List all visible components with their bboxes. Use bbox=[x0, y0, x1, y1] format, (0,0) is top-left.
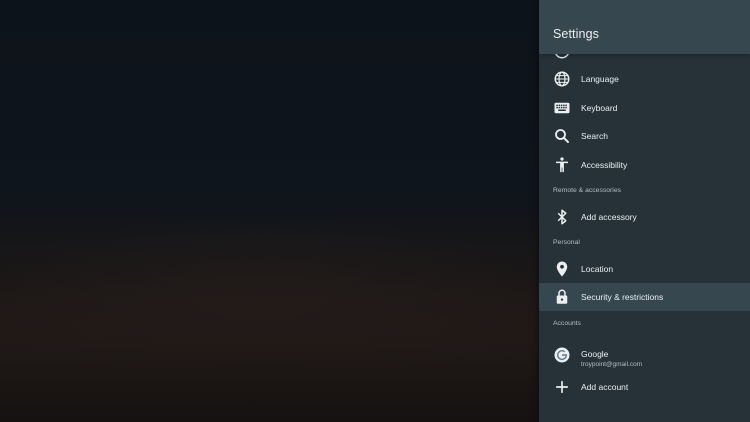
settings-item-label: Accessibility bbox=[581, 160, 628, 170]
settings-item-google-account[interactable]: Google troypoint@gmail.com bbox=[539, 340, 750, 370]
settings-item-label: Add account bbox=[581, 382, 629, 392]
settings-item-location[interactable]: Location bbox=[539, 255, 750, 283]
location-pin-icon bbox=[553, 260, 571, 278]
accessibility-icon bbox=[553, 156, 571, 174]
settings-item-language[interactable]: Language bbox=[539, 65, 750, 93]
page-title: Settings bbox=[553, 27, 599, 41]
lock-icon bbox=[553, 288, 571, 306]
search-icon bbox=[553, 127, 571, 145]
settings-item-label: Security & restrictions bbox=[581, 292, 664, 302]
settings-item-keyboard[interactable]: Keyboard bbox=[539, 94, 750, 122]
google-icon bbox=[553, 346, 571, 364]
settings-item-label: Language bbox=[581, 74, 619, 84]
account-email: troypoint@gmail.com bbox=[581, 361, 643, 368]
settings-item-add-account[interactable]: Add account bbox=[539, 373, 750, 401]
section-header-remote: Remote & accessories bbox=[553, 187, 621, 194]
settings-item-label: Location bbox=[581, 264, 614, 274]
settings-item-label: Keyboard bbox=[581, 103, 618, 113]
settings-item-search[interactable]: Search bbox=[539, 122, 750, 150]
bluetooth-icon bbox=[553, 208, 571, 226]
keyboard-icon bbox=[553, 99, 571, 117]
background-wallpaper bbox=[0, 0, 540, 422]
globe-icon bbox=[553, 70, 571, 88]
settings-item-add-accessory[interactable]: Add accessory bbox=[539, 203, 750, 231]
section-header-personal: Personal bbox=[553, 239, 580, 246]
settings-item-label: Add accessory bbox=[581, 212, 637, 222]
settings-item-label: Google bbox=[581, 349, 609, 359]
settings-panel: Date & time Language Keyboard Search Acc bbox=[539, 0, 750, 422]
settings-item-accessibility[interactable]: Accessibility bbox=[539, 151, 750, 179]
settings-item-security-restrictions[interactable]: Security & restrictions bbox=[539, 283, 750, 311]
settings-header: Settings bbox=[539, 0, 750, 54]
settings-item-label: Search bbox=[581, 131, 608, 141]
section-header-accounts: Accounts bbox=[553, 320, 581, 327]
plus-icon bbox=[553, 378, 571, 396]
